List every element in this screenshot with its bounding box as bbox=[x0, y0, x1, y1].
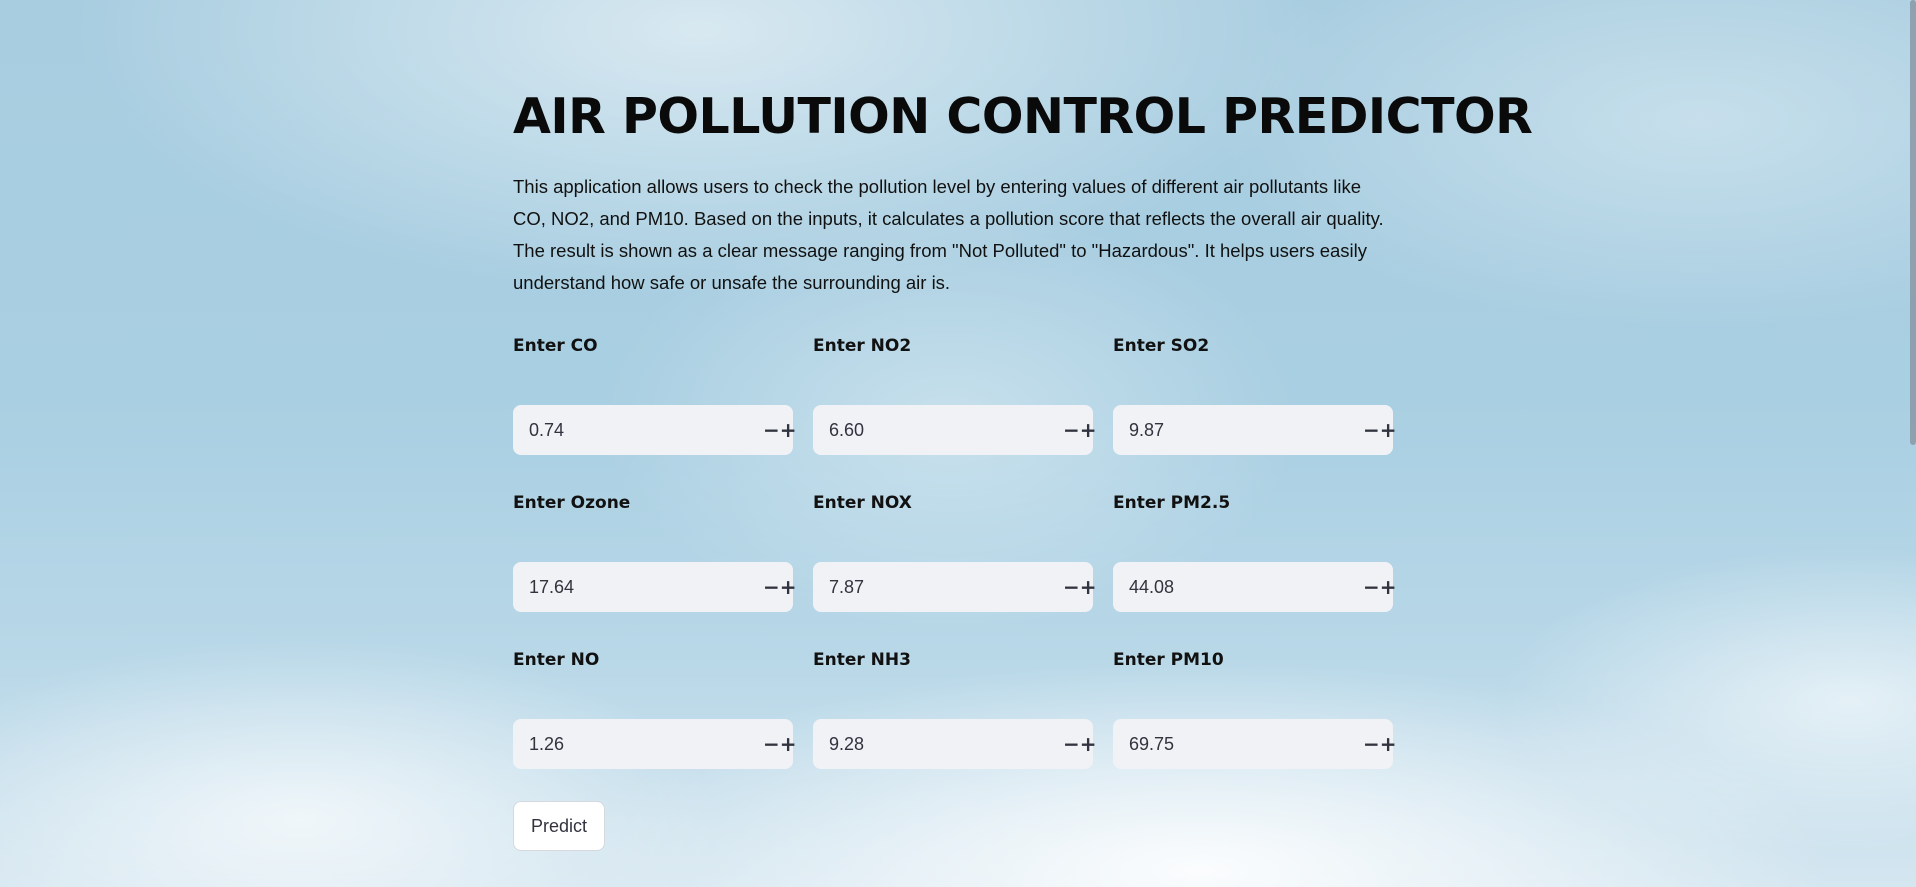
nox-number-input: − + bbox=[813, 561, 1097, 613]
nh3-field: Enter NH3 − + bbox=[813, 648, 1097, 770]
co-number-input: − + bbox=[513, 404, 797, 456]
nh3-decrement-button[interactable]: − bbox=[1063, 719, 1080, 769]
pm25-input[interactable] bbox=[1113, 561, 1363, 613]
no-number-input: − + bbox=[513, 718, 797, 770]
nh3-increment-button[interactable]: + bbox=[1080, 719, 1097, 769]
nh3-number-input: − + bbox=[813, 718, 1097, 770]
no2-number-input: − + bbox=[813, 404, 1097, 456]
pm25-number-input: − + bbox=[1113, 561, 1397, 613]
no-label: Enter NO bbox=[513, 650, 600, 670]
co-field: Enter CO − + bbox=[513, 334, 797, 456]
pm25-field: Enter PM2.5 − + bbox=[1113, 491, 1397, 613]
so2-number-input: − + bbox=[1113, 404, 1397, 456]
no-decrement-button[interactable]: − bbox=[763, 719, 780, 769]
no2-label: Enter NO2 bbox=[813, 336, 912, 356]
ozone-input[interactable] bbox=[513, 561, 763, 613]
co-label: Enter CO bbox=[513, 336, 598, 356]
co-input[interactable] bbox=[513, 404, 763, 456]
nox-increment-button[interactable]: + bbox=[1080, 562, 1097, 612]
co-increment-button[interactable]: + bbox=[780, 405, 797, 455]
no2-decrement-button[interactable]: − bbox=[1063, 405, 1080, 455]
no-field: Enter NO − + bbox=[513, 648, 797, 770]
so2-increment-button[interactable]: + bbox=[1380, 405, 1397, 455]
so2-field: Enter SO2 − + bbox=[1113, 334, 1397, 456]
no-input[interactable] bbox=[513, 718, 763, 770]
pm10-number-input: − + bbox=[1113, 718, 1397, 770]
nox-input[interactable] bbox=[813, 561, 1063, 613]
nox-field: Enter NOX − + bbox=[813, 491, 1097, 613]
page-scrollbar[interactable] bbox=[1910, 0, 1916, 445]
ozone-number-input: − + bbox=[513, 561, 797, 613]
pm25-decrement-button[interactable]: − bbox=[1363, 562, 1380, 612]
nox-decrement-button[interactable]: − bbox=[1063, 562, 1080, 612]
no2-field: Enter NO2 − + bbox=[813, 334, 1097, 456]
page-title: AIR POLLUTION CONTROL PREDICTOR bbox=[513, 88, 1533, 145]
so2-label: Enter SO2 bbox=[1113, 336, 1210, 356]
so2-decrement-button[interactable]: − bbox=[1363, 405, 1380, 455]
no-increment-button[interactable]: + bbox=[780, 719, 797, 769]
nox-label: Enter NOX bbox=[813, 493, 912, 513]
so2-input[interactable] bbox=[1113, 404, 1363, 456]
ozone-decrement-button[interactable]: − bbox=[763, 562, 780, 612]
pm10-field: Enter PM10 − + bbox=[1113, 648, 1397, 770]
ozone-label: Enter Ozone bbox=[513, 493, 631, 513]
nh3-label: Enter NH3 bbox=[813, 650, 911, 670]
pm10-decrement-button[interactable]: − bbox=[1363, 719, 1380, 769]
pm25-increment-button[interactable]: + bbox=[1380, 562, 1397, 612]
pm10-input[interactable] bbox=[1113, 718, 1363, 770]
ozone-field: Enter Ozone − + bbox=[513, 491, 797, 613]
predict-button[interactable]: Predict bbox=[513, 801, 605, 851]
co-decrement-button[interactable]: − bbox=[763, 405, 780, 455]
app-description: This application allows users to check t… bbox=[513, 176, 1384, 293]
ozone-increment-button[interactable]: + bbox=[780, 562, 797, 612]
pm10-label: Enter PM10 bbox=[1113, 650, 1224, 670]
pm10-increment-button[interactable]: + bbox=[1380, 719, 1397, 769]
pm25-label: Enter PM2.5 bbox=[1113, 493, 1231, 513]
nh3-input[interactable] bbox=[813, 718, 1063, 770]
no2-increment-button[interactable]: + bbox=[1080, 405, 1097, 455]
no2-input[interactable] bbox=[813, 404, 1063, 456]
